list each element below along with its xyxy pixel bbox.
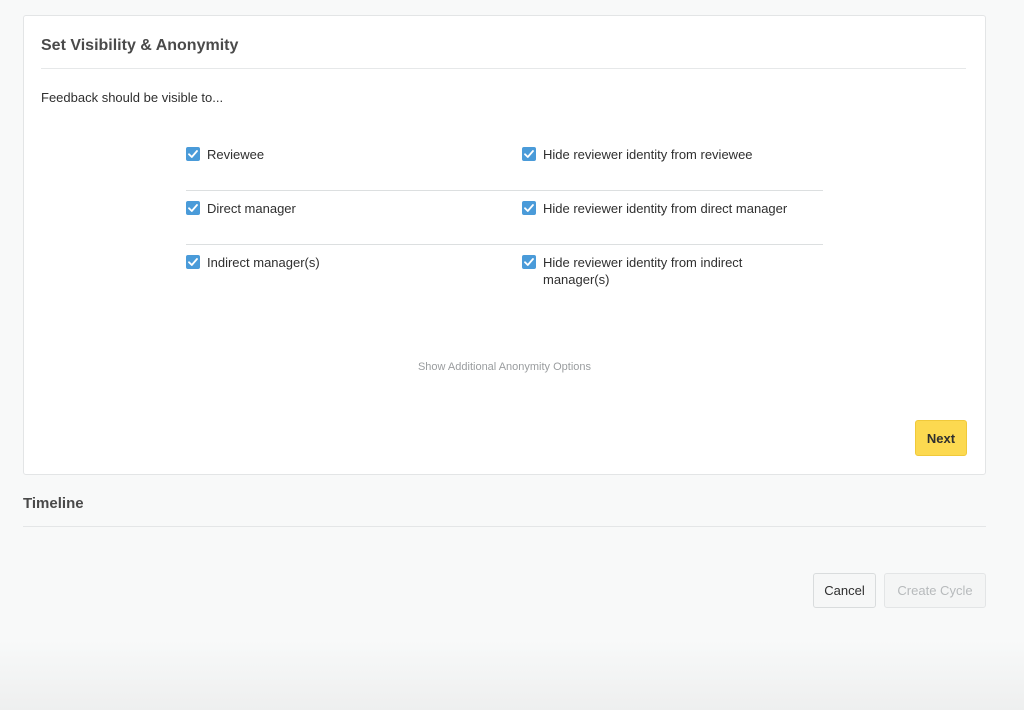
checkbox-label: Reviewee [207,147,265,162]
checkbox-checked-icon[interactable] [522,201,536,215]
checkbox-checked-icon[interactable] [186,201,200,215]
checkbox-label: Direct manager [207,201,296,216]
next-button[interactable]: Next [915,420,967,456]
timeline-divider [23,526,986,527]
card-title: Set Visibility & Anonymity [41,37,239,54]
checkbox-checked-icon[interactable] [186,147,200,161]
create-cycle-button[interactable]: Create Cycle [884,573,986,608]
visibility-anonymity-card: Set Visibility & Anonymity Feedback shou… [23,15,986,475]
checkbox-checked-icon[interactable] [522,147,536,161]
hide-from-indirect-manager-checkbox[interactable]: Hide reviewer identity from indirect man… [522,254,812,288]
checkbox-label: Hide reviewer identity from direct manag… [543,201,788,216]
timeline-section-title[interactable]: Timeline [23,495,84,512]
visibility-options: Reviewee Hide reviewer identity from rev… [186,137,823,305]
card-divider [41,68,966,69]
option-row-indirect-manager: Indirect manager(s) Hide reviewer identi… [186,245,823,305]
option-row-reviewee: Reviewee Hide reviewer identity from rev… [186,137,823,191]
hide-from-direct-manager-checkbox[interactable]: Hide reviewer identity from direct manag… [522,200,812,217]
checkbox-label: Indirect manager(s) [207,255,320,270]
checkbox-label: Hide reviewer identity from reviewee [543,147,753,162]
cancel-button[interactable]: Cancel [813,573,876,608]
visible-to-direct-manager-checkbox[interactable]: Direct manager [186,200,296,217]
hide-from-reviewee-checkbox[interactable]: Hide reviewer identity from reviewee [522,146,812,163]
show-additional-anonymity-options-link[interactable]: Show Additional Anonymity Options [24,361,985,373]
option-row-direct-manager: Direct manager Hide reviewer identity fr… [186,191,823,245]
checkbox-label: Hide reviewer identity from indirect man… [543,255,743,287]
checkbox-checked-icon[interactable] [522,255,536,269]
visible-to-reviewee-checkbox[interactable]: Reviewee [186,146,264,163]
checkbox-checked-icon[interactable] [186,255,200,269]
visible-to-indirect-manager-checkbox[interactable]: Indirect manager(s) [186,254,320,271]
visibility-intro-text: Feedback should be visible to... [41,90,224,105]
